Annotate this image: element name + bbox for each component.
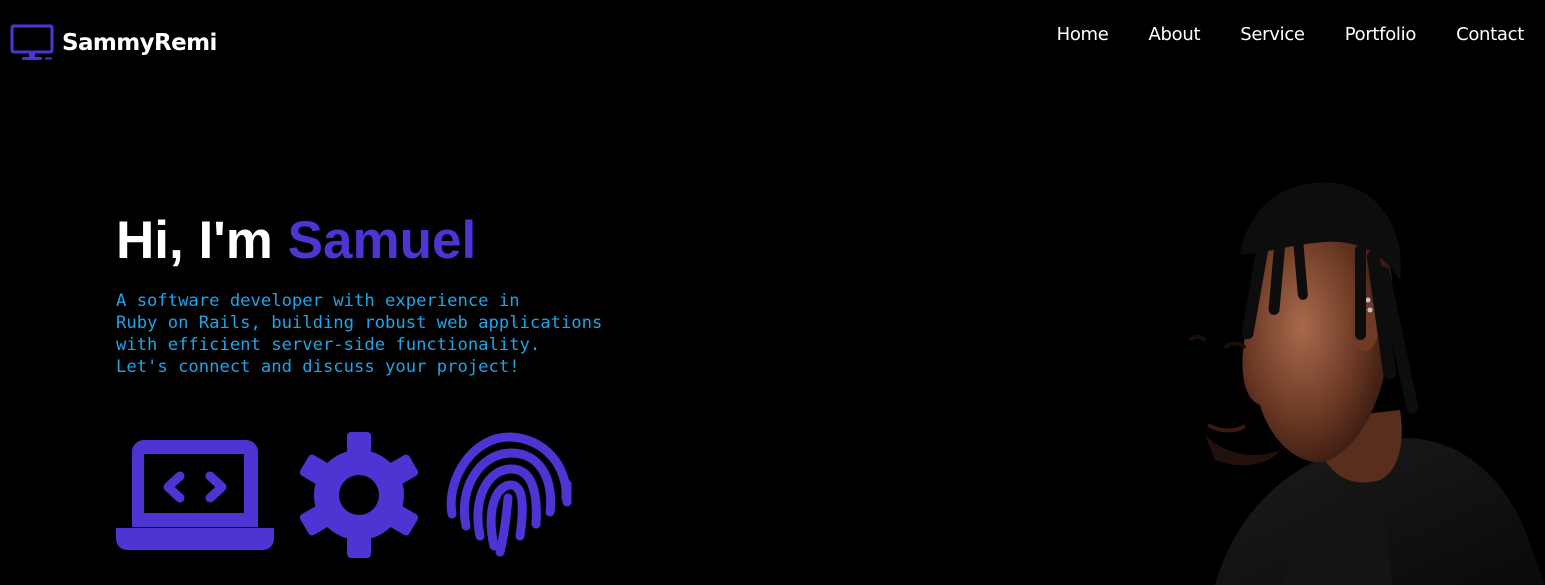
fingerprint-icon xyxy=(446,432,572,557)
laptop-code-icon xyxy=(116,440,274,550)
hero-description: A software developer with experience in … xyxy=(116,290,736,378)
nav-item: Home xyxy=(1057,22,1109,48)
nav-link-portfolio[interactable]: Portfolio xyxy=(1345,22,1417,48)
hero-description-line: Let's connect and discuss your project! xyxy=(116,357,520,377)
hero-description-line: with efficient server-side functionality… xyxy=(116,335,541,355)
hero-description-line: Ruby on Rails, building robust web appli… xyxy=(116,313,603,333)
monitor-icon xyxy=(10,24,54,60)
nav-link-about[interactable]: About xyxy=(1149,22,1201,48)
nav-link-home[interactable]: Home xyxy=(1057,22,1109,48)
nav-item: Portfolio xyxy=(1345,22,1417,48)
skill-icons xyxy=(116,432,574,560)
nav-link-service[interactable]: Service xyxy=(1240,22,1305,48)
brand-logo-link[interactable]: SammyRemi xyxy=(10,24,217,62)
hero-title: Hi, I'm Samuel xyxy=(116,210,736,272)
gear-icon xyxy=(299,432,419,558)
hero-name: Samuel xyxy=(287,211,477,270)
nav-menu: Home About Service Portfolio Contact xyxy=(1057,22,1525,48)
portrait-image xyxy=(1188,182,1545,585)
nav-item: About xyxy=(1149,22,1201,48)
hero-section: Hi, I'm Samuel A software developer with… xyxy=(116,210,736,378)
brand-name: SammyRemi xyxy=(62,30,217,56)
profile-portrait xyxy=(1130,170,1545,585)
nav-item: Contact xyxy=(1456,22,1524,48)
hero-description-line: A software developer with experience in xyxy=(116,291,520,311)
navbar: SammyRemi Home About Service Portfolio C… xyxy=(0,0,1545,80)
nav-item: Service xyxy=(1240,22,1305,48)
nav-link-contact[interactable]: Contact xyxy=(1456,22,1524,48)
hero-greeting: Hi, I'm xyxy=(116,211,273,270)
